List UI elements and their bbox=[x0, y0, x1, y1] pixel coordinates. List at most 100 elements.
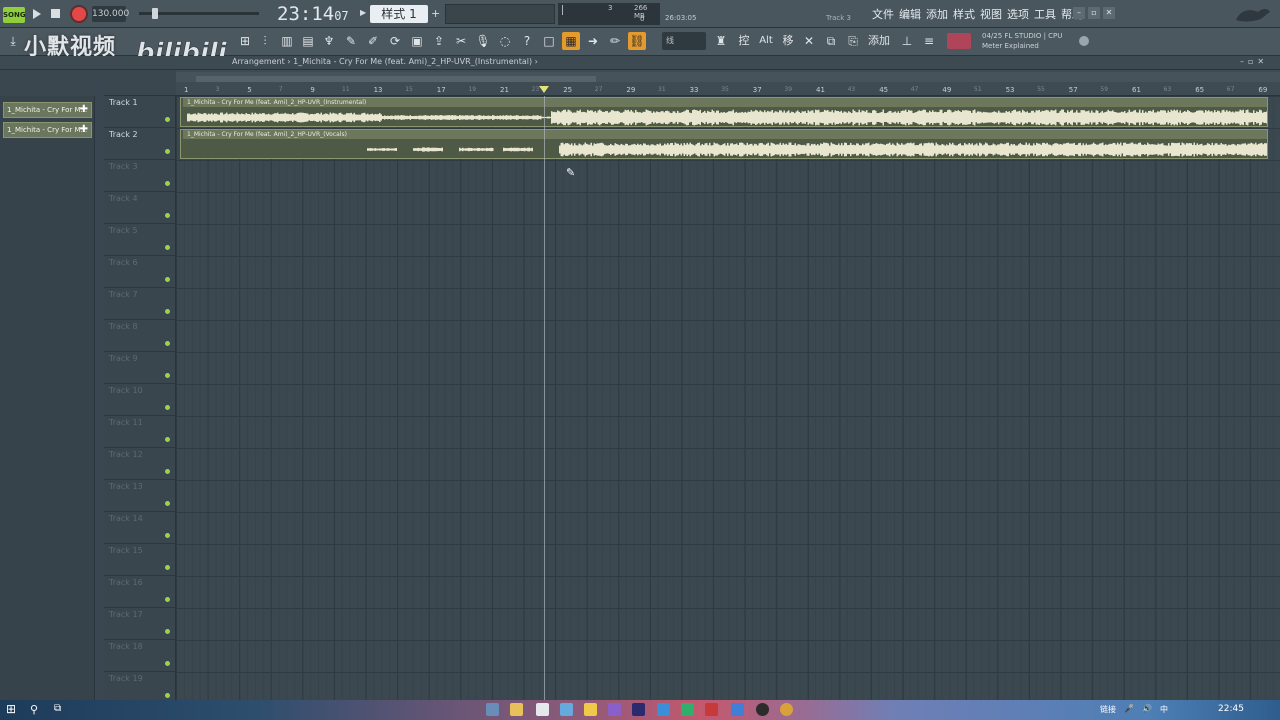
master-volume-handle[interactable] bbox=[152, 8, 158, 19]
tempo-display[interactable]: 130.000 bbox=[92, 6, 129, 22]
tray-language[interactable]: 中 bbox=[1160, 704, 1168, 715]
playlist-icon[interactable]: ▦ bbox=[562, 32, 580, 50]
plus-icon[interactable]: ✚ bbox=[80, 103, 88, 117]
track-header[interactable]: Track 7 bbox=[104, 288, 176, 320]
piano-roll-icon[interactable]: ⫶ bbox=[256, 32, 274, 50]
track-header[interactable]: Track 11 bbox=[104, 416, 176, 448]
delete-icon[interactable]: ✕ bbox=[800, 32, 818, 50]
eq-icon[interactable]: ≡ bbox=[920, 32, 938, 50]
taskbar-app-icon[interactable] bbox=[608, 703, 621, 716]
taskbar-app-icon[interactable] bbox=[756, 703, 769, 716]
menu-add[interactable]: 添加 bbox=[926, 6, 948, 22]
audio-clip-vocals[interactable]: 1_Michita - Cry For Me (feat. Ami)_2_HP-… bbox=[180, 129, 1268, 159]
move-button[interactable]: 移 bbox=[778, 32, 798, 50]
tray-mic-icon[interactable]: 🎤 bbox=[1124, 704, 1134, 715]
horizontal-scrollbar[interactable] bbox=[176, 72, 1280, 82]
playlist-grid[interactable] bbox=[176, 96, 1280, 700]
taskbar-app-icon[interactable] bbox=[657, 703, 670, 716]
save-icon[interactable]: ▣ bbox=[408, 32, 426, 50]
hat-icon[interactable]: ♜ bbox=[712, 32, 730, 50]
arrow-right-icon[interactable]: ➜ bbox=[584, 32, 602, 50]
track-header[interactable]: Track 2 bbox=[104, 128, 176, 160]
paste-icon[interactable]: ⎘ bbox=[844, 32, 862, 50]
taskbar-clock[interactable]: 22:45 bbox=[1218, 704, 1244, 714]
tray-link[interactable]: 链接 bbox=[1100, 704, 1116, 715]
pen-icon[interactable]: ✎ bbox=[342, 32, 360, 50]
play-icon[interactable] bbox=[29, 7, 43, 21]
audition-icon[interactable] bbox=[632, 703, 645, 716]
track-mute-led[interactable] bbox=[165, 309, 170, 314]
taskbar-app-icon[interactable] bbox=[731, 703, 744, 716]
record-icon[interactable] bbox=[72, 7, 86, 21]
track-header[interactable]: Track 18 bbox=[104, 640, 176, 672]
playlist-area[interactable]: 1 5 9 13 17 21 25 29 33 37 41 45 49 53 57 61 65 69 3 7 11 15 1… bbox=[176, 70, 1280, 700]
add-button[interactable]: 添加 bbox=[866, 32, 892, 50]
track-mute-led[interactable] bbox=[165, 661, 170, 666]
track-header[interactable]: Track 17 bbox=[104, 608, 176, 640]
breadcrumb[interactable]: Arrangement › 1_Michita - Cry For Me (fe… bbox=[232, 57, 538, 66]
menu-view[interactable]: 视图 bbox=[980, 6, 1002, 22]
track-header[interactable]: Track 15 bbox=[104, 544, 176, 576]
track-header[interactable]: Track 13 bbox=[104, 480, 176, 512]
menu-options[interactable]: 选项 bbox=[1007, 6, 1029, 22]
window-icon[interactable]: □ bbox=[540, 32, 558, 50]
plugin-icon[interactable]: ♆ bbox=[320, 32, 338, 50]
plus-icon[interactable]: ✚ bbox=[80, 123, 88, 137]
breadcrumb-arrangement[interactable]: Arrangement bbox=[232, 57, 285, 66]
track-header[interactable]: Track 4 bbox=[104, 192, 176, 224]
output-meter[interactable] bbox=[947, 33, 971, 49]
pattern-prev-icon[interactable]: ▶ bbox=[360, 8, 368, 20]
close-button[interactable]: ✕ bbox=[1103, 7, 1115, 19]
scrollbar-thumb[interactable] bbox=[196, 76, 596, 82]
wps-icon[interactable] bbox=[705, 703, 718, 716]
download-icon[interactable]: ⤓ bbox=[4, 32, 22, 50]
playlist-minimize-button[interactable]: – bbox=[1240, 57, 1244, 66]
audio-clip-instrumental[interactable]: 1_Michita - Cry For Me (feat. Ami)_2_HP-… bbox=[180, 97, 1268, 127]
playhead-marker[interactable] bbox=[539, 86, 549, 93]
help-icon[interactable]: ? bbox=[518, 32, 536, 50]
link-icon[interactable]: ⛓ bbox=[628, 32, 646, 50]
track-header[interactable]: Track 1 bbox=[104, 96, 176, 128]
export-icon[interactable]: ⇪ bbox=[430, 32, 448, 50]
track-header[interactable]: Track 9 bbox=[104, 352, 176, 384]
track-mute-led[interactable] bbox=[165, 533, 170, 538]
playlist-maximize-button[interactable]: ▫ bbox=[1248, 57, 1253, 66]
track-mute-led[interactable] bbox=[165, 181, 170, 186]
track-header[interactable]: Track 6 bbox=[104, 256, 176, 288]
song-position-clock[interactable]: 23:1407 bbox=[277, 2, 357, 26]
track-mute-led[interactable] bbox=[165, 117, 170, 122]
tuner-icon[interactable]: ⊥ bbox=[898, 32, 916, 50]
mixer-icon[interactable]: ⊞ bbox=[236, 32, 254, 50]
maximize-button[interactable]: ▫ bbox=[1088, 7, 1100, 19]
playlist-close-button[interactable]: ✕ bbox=[1257, 57, 1264, 66]
alt-button[interactable]: Alt bbox=[756, 32, 776, 50]
track-mute-led[interactable] bbox=[165, 469, 170, 474]
windows-start-icon[interactable]: ⊞ bbox=[6, 703, 19, 716]
track-mute-led[interactable] bbox=[165, 373, 170, 378]
song-mode-button[interactable]: SONG bbox=[3, 7, 26, 23]
track-header[interactable]: Track 12 bbox=[104, 448, 176, 480]
pencil-tool-icon[interactable]: ✏ bbox=[606, 32, 624, 50]
taskbar-app-icon[interactable] bbox=[486, 703, 499, 716]
menu-edit[interactable]: 编辑 bbox=[899, 6, 921, 22]
track-header[interactable]: Track 10 bbox=[104, 384, 176, 416]
tray-volume-icon[interactable]: 🔊 bbox=[1142, 704, 1152, 715]
taskbar-app-icon[interactable] bbox=[584, 703, 597, 716]
microphone-icon[interactable]: 🎙 bbox=[474, 32, 492, 50]
track-header[interactable]: Track 16 bbox=[104, 576, 176, 608]
menu-tools[interactable]: 工具 bbox=[1034, 6, 1056, 22]
task-view-icon[interactable]: ⧉ bbox=[54, 703, 67, 716]
cut-icon[interactable]: ✂ bbox=[452, 32, 470, 50]
track-mute-led[interactable] bbox=[165, 597, 170, 602]
timeline-ruler[interactable]: 1 5 9 13 17 21 25 29 33 37 41 45 49 53 57 61 65 69 3 7 11 15 1… bbox=[176, 70, 1280, 96]
globe-icon[interactable] bbox=[1079, 36, 1089, 46]
stop-icon[interactable] bbox=[51, 9, 60, 18]
pattern-add-button[interactable]: + bbox=[431, 7, 441, 21]
snap-selector[interactable]: 线 bbox=[662, 32, 706, 50]
picker-clip-instrumental[interactable]: 1_Michita - Cry For M... ✚ bbox=[3, 102, 92, 118]
taskbar-app-icon[interactable] bbox=[536, 703, 549, 716]
track-mute-led[interactable] bbox=[165, 693, 170, 698]
folder-icon[interactable] bbox=[510, 703, 523, 716]
chat-icon[interactable]: ◌ bbox=[496, 32, 514, 50]
fl-studio-logo-icon[interactable] bbox=[1228, 2, 1276, 26]
